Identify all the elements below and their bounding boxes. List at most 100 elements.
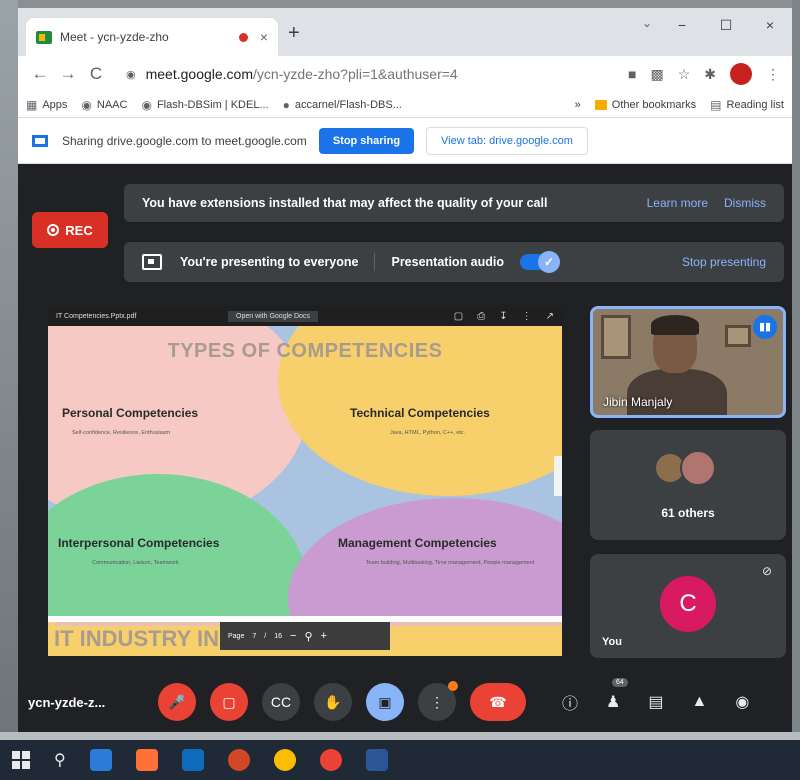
extensions-puzzle-icon[interactable]: ✱ bbox=[704, 66, 716, 83]
minimize-button[interactable]: − bbox=[660, 8, 704, 42]
bookmark-github[interactable]: ● accarnel/Flash-DBS... bbox=[283, 98, 402, 112]
captions-button[interactable]: CC bbox=[262, 683, 300, 721]
chrome-icon[interactable] bbox=[273, 749, 296, 771]
firefox-icon[interactable] bbox=[135, 749, 158, 771]
open-external-icon[interactable]: ↗ bbox=[546, 311, 554, 322]
wall-frame bbox=[725, 325, 751, 347]
bookmarks-bar: ▦ Apps ◉ NAAC ◉ Flash-DBSim | KDEL... ● acca… bbox=[18, 92, 792, 118]
tab-search-dropdown-icon[interactable]: ⌄ bbox=[642, 16, 652, 30]
view-tab-button[interactable]: View tab: drive.google.com bbox=[426, 126, 588, 155]
pdf-pager: Page 7 / 16 − ⚲ + bbox=[220, 622, 390, 650]
maximize-button[interactable]: ☐ bbox=[704, 8, 748, 42]
people-count-badge: 64 bbox=[612, 678, 628, 687]
competency-detail: Java, HTML, Python, C++, etc. bbox=[390, 430, 466, 436]
presenting-text: You're presenting to everyone bbox=[180, 255, 359, 269]
camera-off-icon: ▢ bbox=[222, 693, 236, 710]
meet-area: REC You have extensions installed that m… bbox=[18, 164, 792, 732]
kebab-icon: ⋮ bbox=[430, 693, 444, 710]
host-controls-icon[interactable]: ◉ bbox=[735, 692, 749, 712]
recording-indicator-icon bbox=[238, 32, 248, 42]
lock-icon[interactable]: ◉ bbox=[126, 68, 136, 81]
mic-toggle-button[interactable]: 🎤 bbox=[158, 683, 196, 721]
tab-sharing-bar: Sharing drive.google.com to meet.google.… bbox=[18, 118, 792, 164]
bookmark-naac[interactable]: ◉ NAAC bbox=[81, 98, 127, 112]
bookmark-other[interactable]: Other bookmarks bbox=[594, 99, 696, 111]
present-now-button[interactable]: ▣ bbox=[366, 683, 404, 721]
next-slide-title: IT INDUSTRY IN bbox=[54, 626, 220, 651]
zoom-out-button[interactable]: − bbox=[290, 630, 296, 642]
forward-button[interactable]: → bbox=[54, 64, 82, 84]
profile-avatar[interactable] bbox=[730, 63, 752, 85]
rec-badge[interactable]: REC bbox=[32, 212, 108, 248]
folder-icon bbox=[594, 99, 607, 110]
screen-share-icon bbox=[32, 134, 48, 147]
github-icon: ● bbox=[282, 97, 290, 112]
dismiss-button[interactable]: Dismiss bbox=[724, 196, 766, 210]
search-icon[interactable]: ⚲ bbox=[54, 750, 66, 770]
self-tile[interactable]: ⊘ C You bbox=[590, 554, 786, 658]
competency-detail: Communication, Liaison, Teamwork bbox=[92, 560, 179, 566]
windows-start-icon[interactable] bbox=[12, 751, 30, 769]
self-label: You bbox=[602, 636, 622, 648]
browser-toolbar: ← → C ◉ meet.google.com/ycn-yzde-zho?pli… bbox=[18, 56, 792, 92]
more-options-button[interactable]: ⋮ bbox=[418, 681, 458, 721]
menu-kebab-icon[interactable]: ⋮ bbox=[766, 66, 780, 83]
share-page-icon[interactable]: ▩ bbox=[650, 66, 663, 83]
edge-icon[interactable] bbox=[89, 749, 112, 771]
page-number[interactable]: 7 bbox=[252, 633, 256, 640]
address-bar[interactable]: ◉ meet.google.com/ycn-yzde-zho?pli=1&aut… bbox=[116, 60, 622, 88]
leave-call-button[interactable]: ☎ bbox=[470, 683, 526, 721]
stop-sharing-button[interactable]: Stop sharing bbox=[318, 127, 415, 154]
camera-toggle-button[interactable]: ▢ bbox=[210, 683, 248, 721]
tab-meet[interactable]: Meet - ycn-yzde-zho × bbox=[26, 18, 278, 56]
meeting-details-icon[interactable]: ⓘ bbox=[562, 690, 578, 714]
word-icon[interactable] bbox=[365, 749, 388, 771]
meeting-controls: ycn-yzde-z... 🎤 ▢ CC ✋ ▣ ⋮ ☎ ⓘ ♟ 64 ▤ ▲ ◉ bbox=[18, 672, 792, 732]
tab-title: Meet - ycn-yzde-zho bbox=[60, 30, 169, 44]
bookmark-flash-dbsim[interactable]: ◉ Flash-DBSim | KDEL... bbox=[141, 98, 268, 112]
activities-icon[interactable]: ▲ bbox=[691, 693, 707, 711]
window-controls: − ☐ × bbox=[660, 8, 792, 42]
desktop-background bbox=[0, 0, 18, 740]
bookmark-reading-list[interactable]: ▤ Reading list bbox=[710, 98, 784, 112]
bookmark-apps[interactable]: ▦ Apps bbox=[26, 98, 67, 112]
add-comment-icon[interactable]: ▢ bbox=[454, 311, 463, 322]
speaker-name: Jibin Manjaly bbox=[603, 395, 673, 409]
others-tile[interactable]: 61 others bbox=[590, 430, 786, 540]
more-options-icon[interactable]: ⋮ bbox=[522, 311, 532, 322]
reload-button[interactable]: C bbox=[82, 64, 110, 84]
present-screen-icon bbox=[142, 254, 162, 270]
raise-hand-button[interactable]: ✋ bbox=[314, 683, 352, 721]
mail-icon[interactable] bbox=[181, 749, 204, 771]
globe-icon: ◉ bbox=[141, 97, 152, 112]
zoom-icon[interactable]: ⚲ bbox=[304, 630, 312, 643]
powerpoint-icon[interactable] bbox=[227, 749, 250, 771]
hang-up-icon: ☎ bbox=[489, 693, 507, 710]
people-icon[interactable]: ♟ 64 bbox=[606, 678, 628, 712]
camera-permission-icon[interactable]: ■ bbox=[628, 66, 636, 82]
back-button[interactable]: ← bbox=[26, 64, 54, 84]
open-with-docs-button[interactable]: Open with Google Docs bbox=[228, 310, 318, 322]
globe-icon: ◉ bbox=[81, 97, 92, 112]
bookmark-star-icon[interactable]: ☆ bbox=[678, 66, 691, 83]
learn-more-link[interactable]: Learn more bbox=[647, 196, 708, 210]
competency-heading: Management Competencies bbox=[338, 536, 497, 550]
others-count-label: 61 others bbox=[661, 506, 715, 520]
bookmarks-overflow-icon[interactable]: » bbox=[575, 99, 581, 111]
chrome-profile-icon[interactable] bbox=[319, 749, 342, 771]
presentation-audio-toggle[interactable] bbox=[520, 251, 561, 273]
stop-presenting-button[interactable]: Stop presenting bbox=[682, 255, 766, 269]
slide-scrollbar[interactable] bbox=[554, 456, 562, 496]
wall-frame bbox=[601, 315, 631, 359]
competency-heading: Interpersonal Competencies bbox=[58, 536, 220, 550]
download-icon[interactable]: ↧ bbox=[499, 311, 507, 322]
close-window-button[interactable]: × bbox=[748, 8, 792, 42]
new-tab-button[interactable]: + bbox=[288, 22, 300, 45]
print-icon[interactable]: ⎙ bbox=[477, 311, 485, 322]
zoom-in-button[interactable]: + bbox=[321, 630, 327, 642]
tab-close-icon[interactable]: × bbox=[260, 29, 268, 45]
shared-screen: TYPES OF COMPETENCIES Personal Competenc… bbox=[48, 306, 562, 656]
chat-icon[interactable]: ▤ bbox=[648, 692, 663, 712]
hand-icon: ✋ bbox=[324, 693, 342, 710]
speaker-tile[interactable]: ▮▮ Jibin Manjaly bbox=[590, 306, 786, 418]
